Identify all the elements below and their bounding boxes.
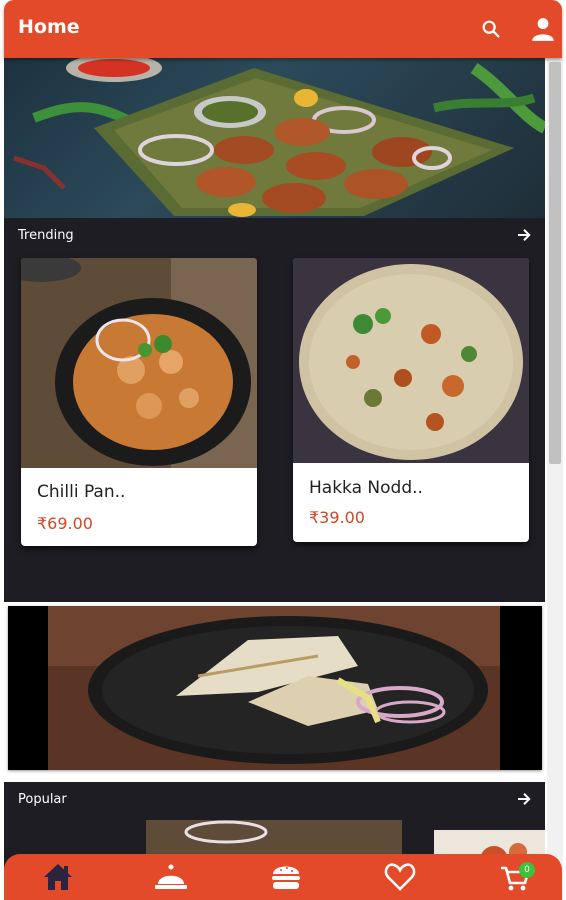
arrow-right-icon[interactable] [515, 226, 533, 244]
bottom-navigation: 0 [4, 854, 562, 900]
home-icon[interactable] [38, 860, 78, 894]
food-name: Hakka Nodd.. [309, 478, 423, 498]
scrollbar-thumb[interactable] [549, 62, 561, 464]
search-icon[interactable] [476, 14, 506, 44]
section-title-trending: Trending [18, 228, 74, 243]
cart-count-badge: 0 [519, 862, 535, 878]
page-title: Home [18, 16, 80, 38]
account-icon[interactable] [528, 14, 558, 44]
hero-banner-image[interactable] [4, 58, 545, 218]
food-price: ₹69.00 [37, 514, 93, 533]
food-price: ₹39.00 [309, 508, 365, 527]
food-image [293, 258, 529, 463]
home-content[interactable]: Trending Chilli Pan.. ₹69.00 Hakka Nodd.… [4, 58, 545, 900]
trending-section: Trending Chilli Pan.. ₹69.00 Hakka Nodd.… [4, 218, 545, 602]
food-name: Chilli Pan.. [37, 482, 126, 502]
food-image [21, 258, 257, 468]
food-card[interactable]: Chilli Pan.. ₹69.00 [21, 258, 257, 546]
app-bar: Home [4, 0, 562, 58]
favorite-heart-icon[interactable] [380, 860, 420, 894]
food-card[interactable]: Hakka Nodd.. ₹39.00 [293, 258, 529, 542]
promo-banner-image[interactable] [8, 606, 542, 770]
cart-icon[interactable]: 0 [495, 860, 535, 894]
menu-cloche-icon[interactable] [151, 860, 191, 894]
burger-icon[interactable] [266, 860, 306, 894]
section-title-popular: Popular [18, 792, 67, 807]
arrow-right-icon[interactable] [515, 790, 533, 808]
